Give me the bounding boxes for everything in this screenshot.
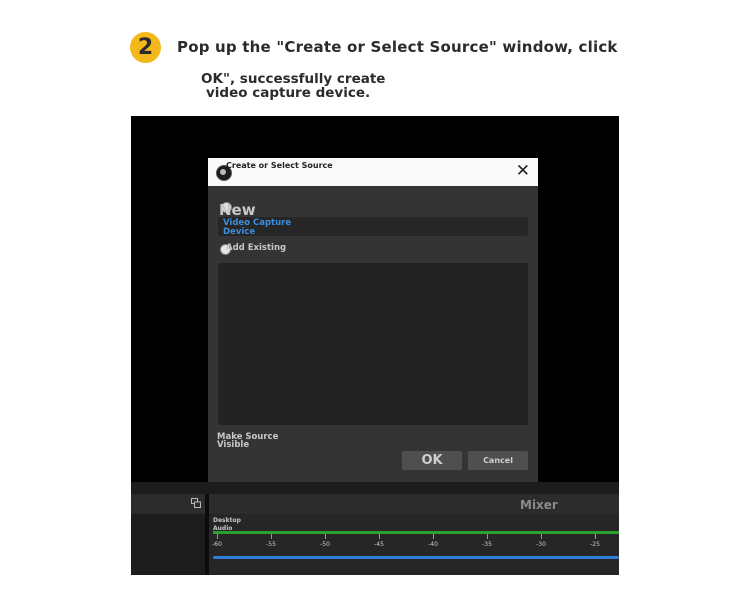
- meter-tick-label: -25: [590, 541, 600, 548]
- existing-sources-list[interactable]: [218, 263, 528, 425]
- meter-ticks: -60 -55 -50 -45 -40 -35 -30 -25: [209, 534, 619, 550]
- instruction-line-3: video capture device.: [206, 85, 371, 101]
- source-name-input[interactable]: Video Capture Device: [218, 217, 528, 237]
- meter-tick-label: -45: [374, 541, 384, 548]
- audio-mixer-panel: Desktop Audio -60 -55 -50 -45 -40 -35 -30 -25: [209, 514, 619, 575]
- dialog-title: Create or Select Source: [226, 161, 333, 170]
- close-icon[interactable]: ✕: [516, 161, 530, 181]
- volume-slider[interactable]: [213, 556, 619, 559]
- meter-tick-mark: [217, 534, 218, 539]
- obs-bottom-docks: Mixer Desktop Audio -60 -55 -50 -45 -40 -35 -3…: [131, 482, 619, 575]
- meter-tick-mark: [379, 534, 380, 539]
- meter-tick-mark: [433, 534, 434, 539]
- meter-tick-label: -40: [428, 541, 438, 548]
- create-select-source-dialog: Create or Select Source ✕ New Video Capt…: [208, 158, 538, 482]
- meter-tick-label: -60: [212, 541, 222, 548]
- dialog-titlebar: Create or Select Source ✕: [208, 158, 538, 186]
- dock-undock-icon[interactable]: [191, 498, 201, 508]
- mixer-title: Mixer: [520, 498, 558, 512]
- meter-tick-mark: [541, 534, 542, 539]
- meter-tick-mark: [271, 534, 272, 539]
- meter-tick-mark: [487, 534, 488, 539]
- meter-tick-label: -50: [320, 541, 330, 548]
- step-number-badge: 2: [130, 32, 161, 63]
- meter-tick-label: -35: [482, 541, 492, 548]
- meter-tick-mark: [325, 534, 326, 539]
- make-source-visible-checkbox[interactable]: Make Source Visible: [217, 433, 297, 450]
- add-existing-label: Add Existing: [226, 243, 287, 253]
- obs-screenshot: Create or Select Source ✕ New Video Capt…: [131, 116, 619, 575]
- source-name-value: Video Capture Device: [223, 218, 292, 237]
- meter-tick-label: -55: [266, 541, 276, 548]
- ok-button[interactable]: OK: [402, 451, 462, 470]
- instruction-line-1: Pop up the "Create or Select Source" win…: [177, 38, 618, 56]
- cancel-button[interactable]: Cancel: [468, 451, 528, 470]
- meter-tick-label: -30: [536, 541, 546, 548]
- meter-tick-mark: [595, 534, 596, 539]
